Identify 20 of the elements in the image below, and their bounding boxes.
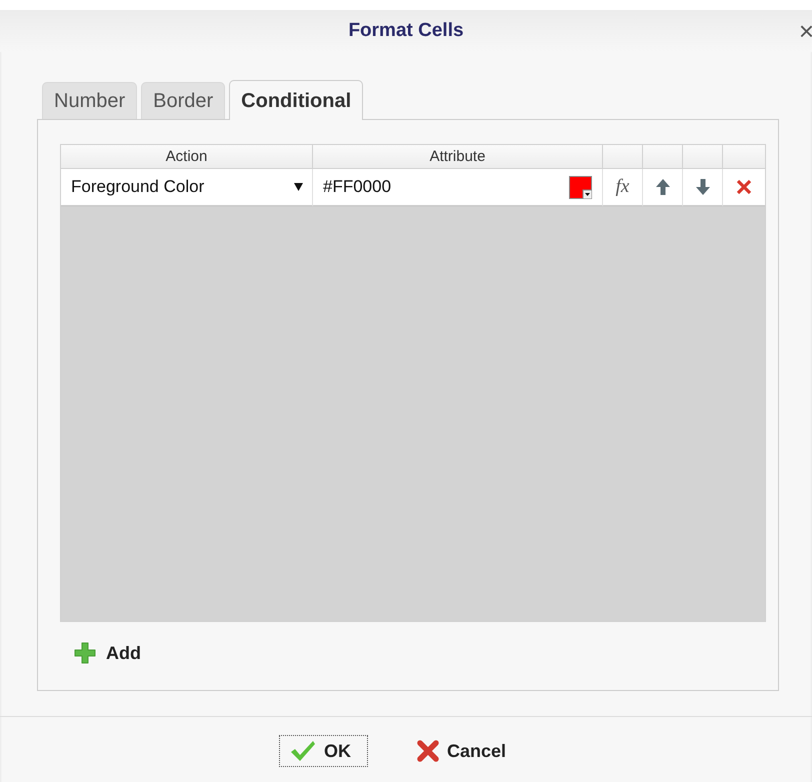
close-button[interactable]: ×: [798, 18, 812, 44]
delete-icon[interactable]: [736, 179, 752, 195]
plus-icon: [74, 642, 96, 664]
tab[interactable]: Number: [42, 82, 138, 119]
column-header: Attribute: [313, 145, 603, 169]
color-picker-icon[interactable]: [569, 176, 592, 198]
cancel-button[interactable]: Cancel: [406, 735, 524, 767]
cancel-icon: [416, 740, 439, 762]
arrow-down-icon[interactable]: [696, 179, 710, 195]
tab[interactable]: Border: [141, 82, 226, 119]
checkmark-icon: [290, 740, 316, 762]
caret-icon: [294, 183, 303, 191]
action-dropdown[interactable]: Foreground Color: [61, 169, 313, 207]
add-button[interactable]: Add: [74, 642, 141, 664]
tab[interactable]: Conditional: [229, 80, 364, 120]
attribute-value: #FF0000: [323, 177, 392, 197]
column-header: Action: [61, 145, 313, 169]
ok-button[interactable]: OK: [278, 735, 368, 767]
dialog-title: Format Cells: [348, 20, 464, 42]
arrow-up-icon[interactable]: [656, 179, 670, 195]
